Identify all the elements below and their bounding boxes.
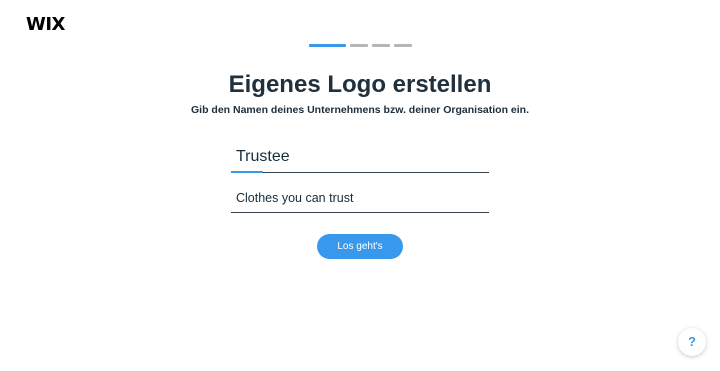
business-name-underline <box>231 172 489 173</box>
page-subtitle: Gib den Namen deines Unternehmens bzw. d… <box>190 104 529 116</box>
page-title: Eigenes Logo erstellen <box>228 71 492 98</box>
business-name-focus-indicator <box>231 171 263 173</box>
progress-step-2 <box>350 44 368 47</box>
question-mark-icon[interactable]: ? <box>678 328 706 356</box>
business-name-field <box>231 143 489 173</box>
progress-step-4 <box>394 44 412 47</box>
get-started-button[interactable]: Los geht's <box>317 234 403 259</box>
slogan-input[interactable] <box>231 186 489 210</box>
slogan-field <box>231 186 489 213</box>
wix-logo[interactable]: WIX <box>26 15 65 35</box>
step-progress-indicator <box>309 44 412 47</box>
progress-step-3 <box>372 44 390 47</box>
business-name-input[interactable] <box>231 143 489 171</box>
progress-step-1-active <box>309 44 346 47</box>
slogan-underline <box>231 212 489 213</box>
